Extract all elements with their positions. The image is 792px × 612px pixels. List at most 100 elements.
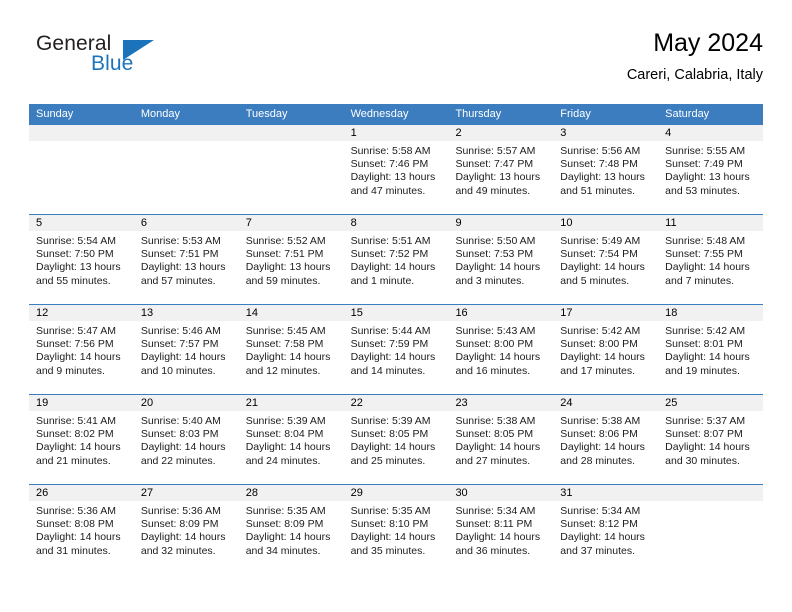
day-cell[interactable]: 9 Sunrise: 5:50 AM Sunset: 7:53 PM Dayli… [448, 215, 554, 304]
day-number: 31 [553, 485, 659, 501]
sunrise-text: Sunrise: 5:56 AM [560, 145, 641, 157]
daylight-text-line1: Daylight: 14 hours [36, 351, 121, 364]
sunset-text: Sunset: 8:09 PM [140, 518, 219, 531]
sunset-text: Sunset: 8:11 PM [455, 518, 533, 531]
sunset-text: Sunset: 7:55 PM [665, 248, 743, 261]
page-header: General Blue May 2024 Careri, Calabria, … [29, 28, 763, 94]
day-cell[interactable] [658, 485, 764, 574]
general-blue-logo: General Blue [29, 28, 229, 84]
day-cell[interactable]: 28 Sunrise: 5:35 AM Sunset: 8:09 PM Dayl… [238, 485, 344, 574]
daylight-text-line1: Daylight: 14 hours [140, 441, 226, 454]
day-number: 27 [133, 485, 239, 501]
day-cell[interactable]: 8 Sunrise: 5:51 AM Sunset: 7:52 PM Dayli… [343, 215, 449, 304]
weekday-header-row: Sunday Monday Tuesday Wednesday Thursday… [29, 104, 763, 125]
day-cell[interactable]: 6 Sunrise: 5:53 AM Sunset: 7:51 PM Dayli… [133, 215, 239, 304]
day-number: 12 [29, 305, 134, 321]
day-cell[interactable]: 17 Sunrise: 5:42 AM Sunset: 8:00 PM Dayl… [553, 305, 659, 394]
day-cell[interactable]: 12 Sunrise: 5:47 AM Sunset: 7:56 PM Dayl… [29, 305, 134, 394]
sunrise-text: Sunrise: 5:49 AM [560, 235, 641, 247]
day-cell[interactable]: 13 Sunrise: 5:46 AM Sunset: 7:57 PM Dayl… [133, 305, 239, 394]
location-subtitle: Careri, Calabria, Italy [626, 67, 763, 83]
day-cell[interactable]: 29 Sunrise: 5:35 AM Sunset: 8:10 PM Dayl… [343, 485, 449, 574]
day-cell[interactable]: 26 Sunrise: 5:36 AM Sunset: 8:08 PM Dayl… [29, 485, 134, 574]
sunrise-text: Sunrise: 5:58 AM [350, 145, 431, 157]
day-number [238, 125, 344, 141]
sunset-text: Sunset: 7:51 PM [245, 248, 324, 261]
day-number: 15 [343, 305, 449, 321]
day-cell[interactable]: 10 Sunrise: 5:49 AM Sunset: 7:54 PM Dayl… [553, 215, 659, 304]
sunrise-text: Sunrise: 5:48 AM [665, 235, 746, 247]
day-number: 30 [448, 485, 554, 501]
day-details: Sunrise: 5:38 AM Sunset: 8:06 PM Dayligh… [553, 411, 658, 468]
day-details: Sunrise: 5:35 AM Sunset: 8:10 PM Dayligh… [344, 501, 449, 558]
day-cell[interactable]: 4 Sunrise: 5:55 AM Sunset: 7:49 PM Dayli… [658, 125, 764, 214]
day-cell[interactable]: 14 Sunrise: 5:45 AM Sunset: 7:58 PM Dayl… [238, 305, 344, 394]
daylight-text-line2: and 5 minutes. [560, 274, 630, 287]
day-details: Sunrise: 5:36 AM Sunset: 8:09 PM Dayligh… [134, 501, 239, 558]
day-details: Sunrise: 5:52 AM Sunset: 7:51 PM Dayligh… [239, 231, 344, 288]
daylight-text-line1: Daylight: 14 hours [665, 441, 750, 454]
day-cell[interactable]: 15 Sunrise: 5:44 AM Sunset: 7:59 PM Dayl… [343, 305, 449, 394]
day-details: Sunrise: 5:41 AM Sunset: 8:02 PM Dayligh… [29, 411, 134, 468]
sunrise-text: Sunrise: 5:34 AM [455, 505, 536, 517]
sunrise-text: Sunrise: 5:44 AM [350, 325, 431, 337]
daylight-text-line1: Daylight: 13 hours [245, 261, 331, 274]
sunrise-text: Sunrise: 5:39 AM [245, 415, 326, 427]
daylight-text-line2: and 3 minutes. [455, 274, 525, 287]
day-cell[interactable]: 1 Sunrise: 5:58 AM Sunset: 7:46 PM Dayli… [343, 125, 449, 214]
day-cell[interactable]: 30 Sunrise: 5:34 AM Sunset: 8:11 PM Dayl… [448, 485, 554, 574]
day-cell[interactable] [29, 125, 134, 214]
sunset-text: Sunset: 8:04 PM [245, 428, 324, 441]
day-details: Sunrise: 5:36 AM Sunset: 8:08 PM Dayligh… [29, 501, 134, 558]
daylight-text-line1: Daylight: 14 hours [245, 531, 331, 544]
day-cell[interactable]: 24 Sunrise: 5:38 AM Sunset: 8:06 PM Dayl… [553, 395, 659, 484]
daylight-text-line2: and 36 minutes. [455, 544, 531, 557]
sunrise-text: Sunrise: 5:45 AM [245, 325, 326, 337]
day-details: Sunrise: 5:50 AM Sunset: 7:53 PM Dayligh… [448, 231, 553, 288]
day-details: Sunrise: 5:51 AM Sunset: 7:52 PM Dayligh… [344, 231, 449, 288]
daylight-text-line2: and 51 minutes. [560, 184, 636, 197]
sunset-text: Sunset: 7:48 PM [560, 158, 638, 171]
day-cell[interactable]: 5 Sunrise: 5:54 AM Sunset: 7:50 PM Dayli… [29, 215, 134, 304]
day-cell[interactable]: 2 Sunrise: 5:57 AM Sunset: 7:47 PM Dayli… [448, 125, 554, 214]
day-number: 11 [658, 215, 764, 231]
daylight-text-line1: Daylight: 14 hours [350, 531, 436, 544]
day-number: 20 [133, 395, 239, 411]
day-details: Sunrise: 5:40 AM Sunset: 8:03 PM Dayligh… [134, 411, 239, 468]
day-cell[interactable] [133, 125, 239, 214]
daylight-text-line1: Daylight: 13 hours [665, 171, 750, 184]
daylight-text-line1: Daylight: 14 hours [560, 441, 645, 454]
sunset-text: Sunset: 7:49 PM [665, 158, 743, 171]
day-cell[interactable]: 23 Sunrise: 5:38 AM Sunset: 8:05 PM Dayl… [448, 395, 554, 484]
sunrise-text: Sunrise: 5:57 AM [455, 145, 536, 157]
weekday-header-tuesday: Tuesday [245, 108, 288, 120]
daylight-text-line2: and 7 minutes. [665, 274, 735, 287]
day-cell[interactable]: 7 Sunrise: 5:52 AM Sunset: 7:51 PM Dayli… [238, 215, 344, 304]
day-cell[interactable]: 18 Sunrise: 5:42 AM Sunset: 8:01 PM Dayl… [658, 305, 764, 394]
day-cell[interactable]: 19 Sunrise: 5:41 AM Sunset: 8:02 PM Dayl… [29, 395, 134, 484]
day-cell[interactable] [238, 125, 344, 214]
day-cell[interactable]: 11 Sunrise: 5:48 AM Sunset: 7:55 PM Dayl… [658, 215, 764, 304]
day-cell[interactable]: 16 Sunrise: 5:43 AM Sunset: 8:00 PM Dayl… [448, 305, 554, 394]
daylight-text-line1: Daylight: 14 hours [36, 531, 121, 544]
sunset-text: Sunset: 8:00 PM [455, 338, 534, 351]
day-number: 19 [29, 395, 134, 411]
daylight-text-line2: and 32 minutes. [140, 544, 216, 557]
weekday-header-monday: Monday [140, 108, 180, 120]
daylight-text-line2: and 10 minutes. [140, 364, 216, 377]
day-cell[interactable]: 3 Sunrise: 5:56 AM Sunset: 7:48 PM Dayli… [553, 125, 659, 214]
day-cell[interactable]: 20 Sunrise: 5:40 AM Sunset: 8:03 PM Dayl… [133, 395, 239, 484]
sunrise-text: Sunrise: 5:40 AM [140, 415, 221, 427]
day-number: 25 [658, 395, 764, 411]
daylight-text-line1: Daylight: 14 hours [665, 261, 750, 274]
day-cell[interactable]: 25 Sunrise: 5:37 AM Sunset: 8:07 PM Dayl… [658, 395, 764, 484]
daylight-text-line2: and 21 minutes. [36, 454, 111, 467]
daylight-text-line1: Daylight: 14 hours [350, 351, 436, 364]
daylight-text-line2: and 35 minutes. [350, 544, 426, 557]
day-details: Sunrise: 5:44 AM Sunset: 7:59 PM Dayligh… [344, 321, 449, 378]
day-cell[interactable]: 21 Sunrise: 5:39 AM Sunset: 8:04 PM Dayl… [238, 395, 344, 484]
day-cell[interactable]: 31 Sunrise: 5:34 AM Sunset: 8:12 PM Dayl… [553, 485, 659, 574]
day-cell[interactable]: 22 Sunrise: 5:39 AM Sunset: 8:05 PM Dayl… [343, 395, 449, 484]
sunrise-text: Sunrise: 5:55 AM [665, 145, 746, 157]
day-cell[interactable]: 27 Sunrise: 5:36 AM Sunset: 8:09 PM Dayl… [133, 485, 239, 574]
